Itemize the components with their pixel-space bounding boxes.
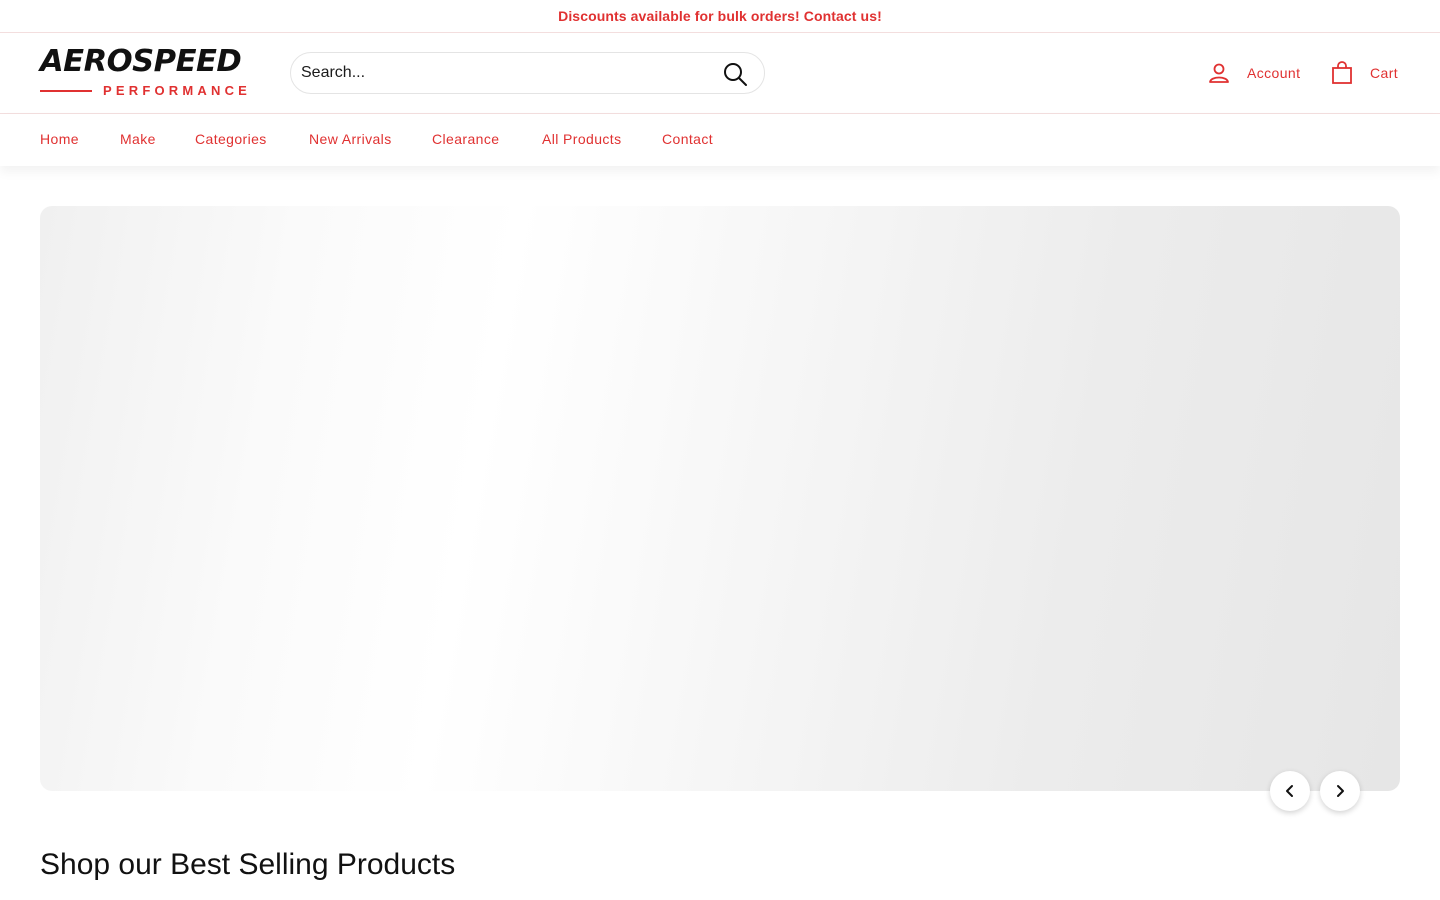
logo-accent-line — [40, 90, 92, 92]
announcement-bar[interactable]: Discounts available for bulk orders! Con… — [0, 0, 1440, 33]
hero-slideshow[interactable] — [40, 206, 1400, 791]
slider-prev-button[interactable] — [1270, 771, 1310, 811]
brand-logo[interactable]: AEROSPEED PERFORMANCE — [40, 45, 260, 99]
user-icon — [1207, 61, 1231, 85]
site-header: AEROSPEED PERFORMANCE Account C — [0, 33, 1440, 114]
nav-item-categories[interactable]: Categories — [195, 131, 267, 147]
main-nav: Home Make Categories New Arrivals Cleara… — [0, 114, 1440, 166]
nav-item-make[interactable]: Make — [120, 131, 156, 147]
nav-item-all-products[interactable]: All Products — [542, 131, 622, 147]
search-bar — [290, 52, 765, 94]
nav-item-home[interactable]: Home — [40, 131, 79, 147]
search-button[interactable] — [722, 61, 748, 87]
logo-wordmark: AEROSPEED — [40, 44, 242, 79]
chevron-right-icon — [1337, 785, 1344, 797]
slider-next-button[interactable] — [1320, 771, 1360, 811]
nav-item-new-arrivals[interactable]: New Arrivals — [309, 131, 392, 147]
announcement-text[interactable]: Discounts available for bulk orders! Con… — [558, 8, 882, 24]
best-sellers-title: Shop our Best Selling Products — [40, 848, 456, 881]
bag-icon — [1330, 61, 1354, 85]
cart-link[interactable]: Cart — [1330, 59, 1398, 87]
cart-label: Cart — [1370, 65, 1399, 81]
logo-tagline: PERFORMANCE — [103, 83, 252, 98]
chevron-left-icon — [1286, 785, 1293, 797]
search-input[interactable] — [301, 59, 701, 87]
nav-item-contact[interactable]: Contact — [662, 131, 713, 147]
account-label: Account — [1247, 65, 1301, 81]
nav-item-clearance[interactable]: Clearance — [432, 131, 499, 147]
account-link[interactable]: Account — [1207, 59, 1300, 87]
search-icon — [724, 63, 747, 86]
